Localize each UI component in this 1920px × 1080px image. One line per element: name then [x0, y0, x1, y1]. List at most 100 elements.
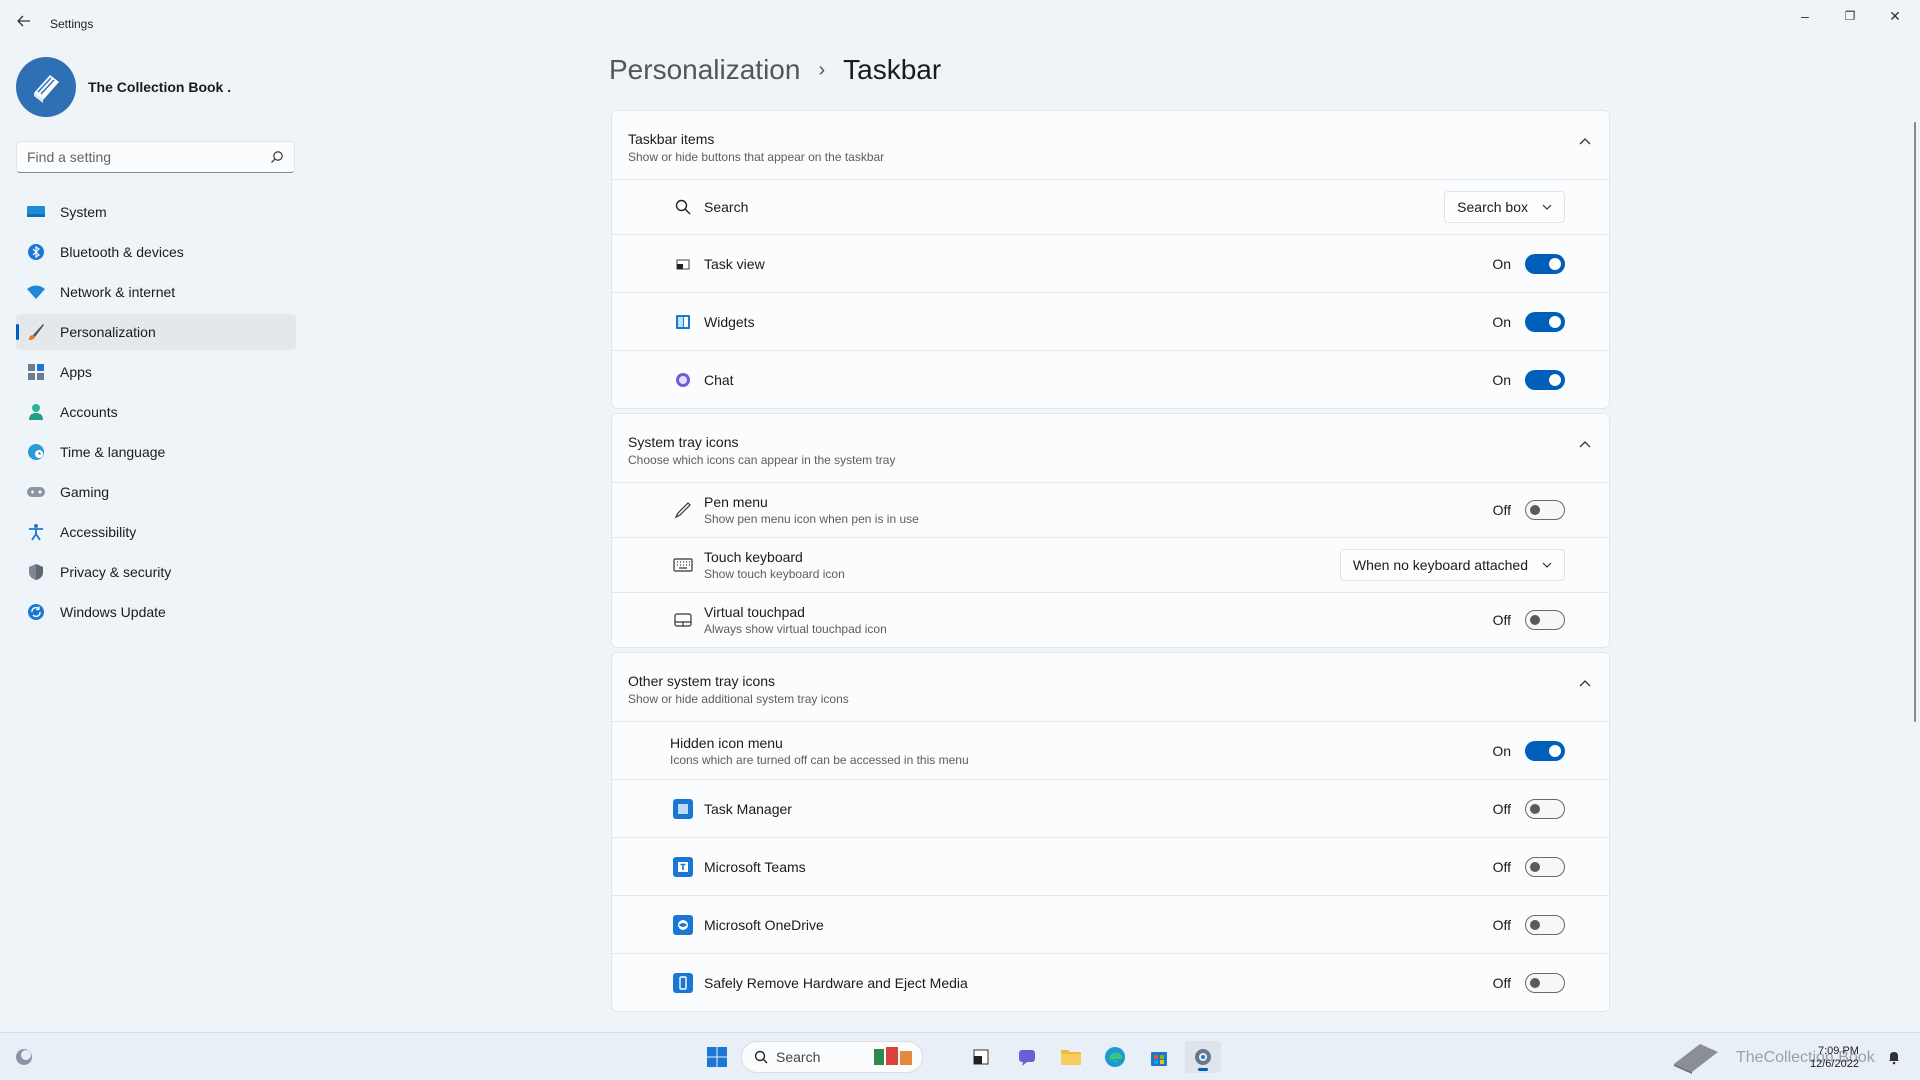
widgets-button[interactable]: [6, 1041, 42, 1073]
restore-button[interactable]: ❐: [1827, 6, 1873, 26]
search-mode-dropdown[interactable]: Search box: [1444, 191, 1565, 223]
search-input[interactable]: [27, 148, 257, 166]
section-subtitle: Show or hide additional system tray icon…: [628, 692, 849, 706]
profile[interactable]: The Collection Book .: [16, 56, 231, 118]
sidebar-item-label: Accessibility: [60, 524, 137, 540]
taskbar-clock[interactable]: 7:09 PM 12/6/2022: [1810, 1045, 1859, 1071]
setting-label: Task view: [704, 255, 765, 272]
taskbar-search[interactable]: Search: [741, 1041, 923, 1073]
page-title: Taskbar: [843, 54, 942, 85]
folder-icon: [1061, 1050, 1081, 1065]
shield-icon: [26, 562, 46, 582]
section-system-tray-icons: System tray icons Choose which icons can…: [611, 413, 1610, 648]
touch-keyboard-dropdown[interactable]: When no keyboard attached: [1339, 549, 1565, 581]
gear-icon: [1195, 1049, 1211, 1065]
setting-label: Hidden icon menu: [670, 734, 783, 751]
sidebar-item-label: Personalization: [60, 324, 156, 340]
section-header[interactable]: System tray icons Choose which icons can…: [612, 414, 1609, 482]
task-manager-toggle[interactable]: [1525, 798, 1565, 819]
sidebar-item-accounts[interactable]: Accounts: [16, 394, 296, 430]
chevron-up-icon[interactable]: [1579, 679, 1591, 687]
setting-row-task-view: Task view On: [612, 234, 1609, 292]
sidebar-item-label: Network & internet: [60, 284, 176, 300]
app-title: Settings: [50, 17, 94, 31]
taskbar-settings[interactable]: [1185, 1041, 1221, 1073]
taskbar-edge[interactable]: [1097, 1041, 1133, 1073]
sidebar-item-accessibility[interactable]: Accessibility: [16, 514, 296, 550]
setting-label: Task Manager: [704, 800, 792, 817]
setting-description: Show touch keyboard icon: [704, 567, 845, 581]
setting-row-search: Search Search box: [612, 179, 1609, 234]
setting-label: Widgets: [704, 313, 755, 330]
sidebar-item-personalization[interactable]: Personalization: [16, 314, 296, 350]
start-button[interactable]: [699, 1041, 735, 1073]
arrow-left-icon: [17, 15, 30, 27]
pen-menu-toggle[interactable]: [1525, 500, 1565, 520]
breadcrumb-separator: ›: [818, 58, 826, 81]
taskbar-file-explorer[interactable]: [1053, 1041, 1089, 1073]
widgets-toggle[interactable]: [1525, 311, 1565, 332]
chevron-up-icon[interactable]: [1579, 440, 1591, 448]
watermark-logo: [1668, 1041, 1724, 1074]
chevron-down-icon: [1542, 562, 1552, 568]
chevron-up-icon[interactable]: [1579, 137, 1591, 145]
setting-description: Icons which are turned off can be access…: [670, 752, 969, 767]
onedrive-toggle[interactable]: [1525, 914, 1565, 935]
toggle-state-label: Off: [1492, 858, 1511, 875]
taskbar-chat[interactable]: [1009, 1041, 1045, 1073]
sidebar-item-windows-update[interactable]: Windows Update: [16, 594, 296, 630]
setting-label: Search: [704, 199, 749, 215]
task-view-icon: [973, 1049, 989, 1065]
notification-button[interactable]: [1880, 1041, 1908, 1073]
sidebar-item-time-language[interactable]: Time & language: [16, 434, 296, 470]
toggle-state-label: On: [1492, 371, 1511, 388]
setting-label: Safely Remove Hardware and Eject Media: [704, 974, 968, 991]
virtual-touchpad-toggle[interactable]: [1525, 610, 1565, 630]
sidebar-item-apps[interactable]: Apps: [16, 354, 296, 390]
setting-row-task-manager: Task Manager Off: [612, 779, 1609, 837]
setting-label: Microsoft Teams: [704, 858, 806, 875]
scrollbar[interactable]: [1914, 122, 1916, 722]
bell-icon: [1889, 1052, 1899, 1065]
apps-icon: [26, 362, 46, 382]
sidebar-item-system[interactable]: System: [16, 194, 296, 230]
taskbar-task-view[interactable]: [963, 1041, 999, 1073]
setting-row-pen-menu: Pen menu Show pen menu icon when pen is …: [612, 482, 1609, 537]
hidden-icon-menu-toggle[interactable]: [1525, 740, 1565, 761]
taskbar-store[interactable]: [1141, 1041, 1177, 1073]
close-button[interactable]: ✕: [1872, 6, 1918, 26]
search-field[interactable]: [16, 141, 295, 173]
onedrive-icon: [672, 914, 694, 936]
setting-row-virtual-touchpad: Virtual touchpad Always show virtual tou…: [612, 592, 1609, 647]
task-view-icon: [672, 253, 694, 275]
section-header[interactable]: Other system tray icons Show or hide add…: [612, 653, 1609, 721]
accessibility-icon: [26, 522, 46, 542]
toggle-state-label: On: [1492, 742, 1511, 759]
edge-icon: [1105, 1047, 1125, 1067]
setting-row-hidden-icon-menu: Hidden icon menu Icons which are turned …: [612, 721, 1609, 779]
search-icon: [754, 1050, 768, 1064]
sidebar-item-label: Accounts: [60, 404, 118, 420]
breadcrumb-parent[interactable]: Personalization: [609, 54, 800, 86]
sidebar-item-privacy[interactable]: Privacy & security: [16, 554, 296, 590]
sidebar-item-label: Windows Update: [60, 604, 166, 620]
sidebar-item-network[interactable]: Network & internet: [16, 274, 296, 310]
chat-toggle[interactable]: [1525, 369, 1565, 390]
safely-remove-toggle[interactable]: [1525, 972, 1565, 993]
search-icon: [672, 196, 694, 218]
setting-row-touch-keyboard: Touch keyboard Show touch keyboard icon …: [612, 537, 1609, 592]
section-header[interactable]: Taskbar items Show or hide buttons that …: [612, 111, 1609, 179]
chat-icon: [672, 369, 694, 391]
active-indicator: [1198, 1068, 1208, 1071]
minimize-button[interactable]: –: [1782, 6, 1828, 26]
breadcrumb: Personalization › Taskbar: [609, 54, 941, 86]
sidebar-item-label: Apps: [60, 364, 92, 380]
sidebar-item-label: Time & language: [60, 444, 166, 460]
sidebar-item-gaming[interactable]: Gaming: [16, 474, 296, 510]
clock-time: 7:09 PM: [1817, 1045, 1859, 1057]
sidebar-item-bluetooth[interactable]: Bluetooth & devices: [16, 234, 296, 270]
teams-toggle[interactable]: [1525, 856, 1565, 877]
task-view-toggle[interactable]: [1525, 253, 1565, 274]
section-title: Other system tray icons: [628, 673, 776, 689]
back-button[interactable]: [14, 14, 34, 34]
